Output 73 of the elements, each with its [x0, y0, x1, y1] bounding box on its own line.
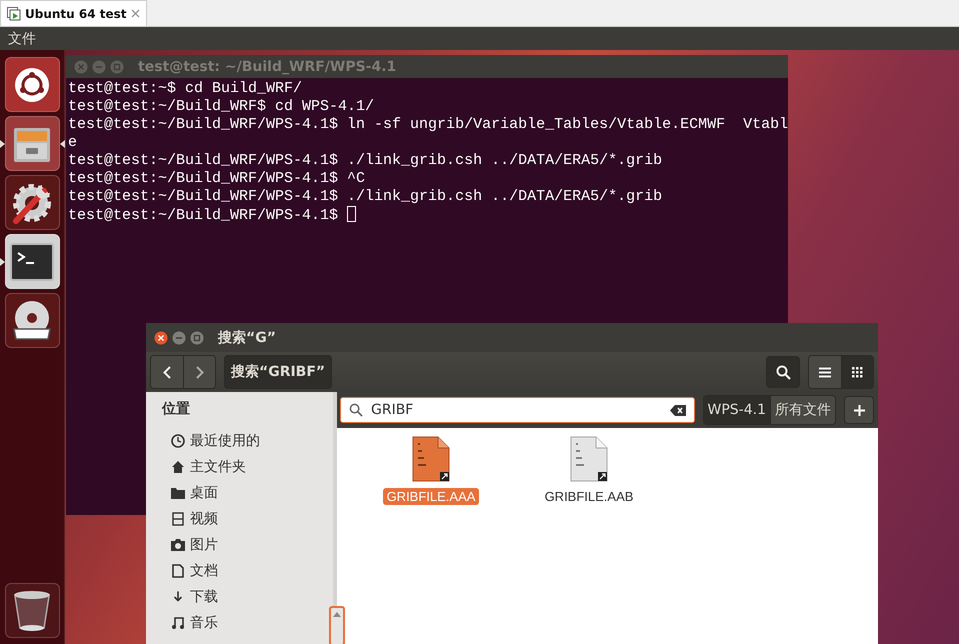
chevron-left-icon	[163, 366, 171, 378]
film-icon	[171, 512, 185, 526]
sidebar-item[interactable]: 视频	[171, 506, 333, 532]
sidebar-label: 下载	[190, 588, 218, 606]
binary-file-icon	[570, 436, 608, 482]
scrollbar-thumb[interactable]	[329, 606, 345, 644]
launcher-item[interactable]	[4, 234, 60, 289]
window-title: 搜索“G”	[218, 328, 276, 346]
home-icon	[171, 460, 185, 474]
sidebar-item[interactable]: 下载	[171, 584, 333, 610]
sidebar-item[interactable]: 最近使用的	[171, 428, 333, 454]
search-field[interactable]: GRIBF	[340, 397, 694, 423]
terminal-line: test@test:~/Build_WRF$ cd WPS-4.1/	[68, 98, 376, 116]
sidebar-item[interactable]: 图片	[171, 532, 333, 558]
terminal-line: test@test:~/Build_WRF/WPS-4.1$ ln -sf ungrib/Variable_Tables/Vtable.ECMWF Vtabl	[68, 116, 788, 134]
clock-icon	[171, 434, 185, 448]
path-button[interactable]: 搜索“GRIBF”	[224, 355, 332, 389]
view-mode-button[interactable]	[841, 356, 873, 388]
folder-icon	[171, 486, 185, 500]
maximize-icon[interactable]	[190, 330, 204, 344]
add-button[interactable]	[844, 396, 874, 424]
text-cursor	[347, 206, 356, 222]
launcher-item[interactable]	[4, 57, 60, 112]
vm-tab[interactable]: Ubuntu 64 test	[0, 0, 147, 26]
file-item[interactable]: GRIBFILE.AAB	[525, 436, 653, 505]
terminal-line: test@test:~/Build_WRF/WPS-4.1$ ./link_grib.csh ../DATA/ERA5/*.grib	[68, 152, 664, 170]
sidebar-label: 图片	[190, 536, 218, 554]
sidebar-label: 最近使用的	[190, 432, 260, 450]
launcher-item[interactable]	[4, 293, 60, 348]
sidebar-label: 主文件夹	[190, 458, 246, 476]
sidebar-item[interactable]: 文档	[171, 558, 333, 584]
sidebar-item[interactable]: 桌面	[171, 480, 333, 506]
dvd-disc-icon	[10, 298, 54, 342]
sidebar-label: 音乐	[190, 614, 218, 632]
list-view-icon	[819, 366, 831, 378]
binary-file-icon	[412, 436, 450, 482]
sidebar-label: 文档	[190, 562, 218, 580]
close-icon[interactable]	[154, 330, 168, 344]
clear-icon[interactable]	[670, 404, 686, 416]
back-button[interactable]	[151, 356, 183, 388]
grid-view-icon	[852, 366, 863, 378]
search-input[interactable]: GRIBF	[371, 402, 662, 418]
search-icon	[349, 403, 363, 417]
terminal-line: test@test:~/Build_WRF/WPS-4.1$ ^C	[68, 170, 366, 188]
view-mode-button[interactable]	[809, 356, 841, 388]
launcher-item[interactable]	[4, 175, 60, 230]
terminal-line: test@test:~$ cd Build_WRF/	[68, 80, 304, 98]
music-note-icon	[171, 616, 185, 630]
sidebar-heading: 位置	[162, 400, 191, 418]
forward-button[interactable]	[183, 356, 215, 388]
tab-title: Ubuntu 64 test	[25, 6, 127, 20]
vm-window-icon	[7, 6, 21, 20]
terminal-line: test@test:~/Build_WRF/WPS-4.1$	[68, 207, 340, 224]
terminal-icon	[10, 242, 54, 280]
menu-item[interactable]: 文件	[8, 30, 36, 48]
launcher-item[interactable]	[4, 583, 60, 638]
window-title: test@test: ~/Build_WRF/WPS-4.1	[138, 58, 396, 74]
search-button[interactable]	[766, 356, 800, 388]
plus-icon	[854, 404, 864, 416]
sidebar-item[interactable]: 主文件夹	[171, 454, 333, 480]
terminal-line: test@test:~/Build_WRF/WPS-4.1$ ./link_grib.csh ../DATA/ERA5/*.grib	[68, 188, 664, 206]
camera-icon	[171, 538, 185, 552]
sidebar-label: 桌面	[190, 484, 218, 502]
trash-icon	[12, 590, 52, 632]
sidebar-item[interactable]: 音乐	[171, 610, 333, 636]
document-icon	[171, 564, 185, 578]
search-icon	[776, 364, 790, 380]
chevron-right-icon	[196, 366, 204, 378]
sidebar-label: 视频	[190, 510, 218, 528]
terminal-line: e	[68, 134, 78, 152]
ubuntu-logo-icon	[14, 66, 50, 102]
scope-button[interactable]: WPS-4.1	[704, 396, 770, 424]
scope-button[interactable]: 所有文件	[770, 396, 835, 424]
